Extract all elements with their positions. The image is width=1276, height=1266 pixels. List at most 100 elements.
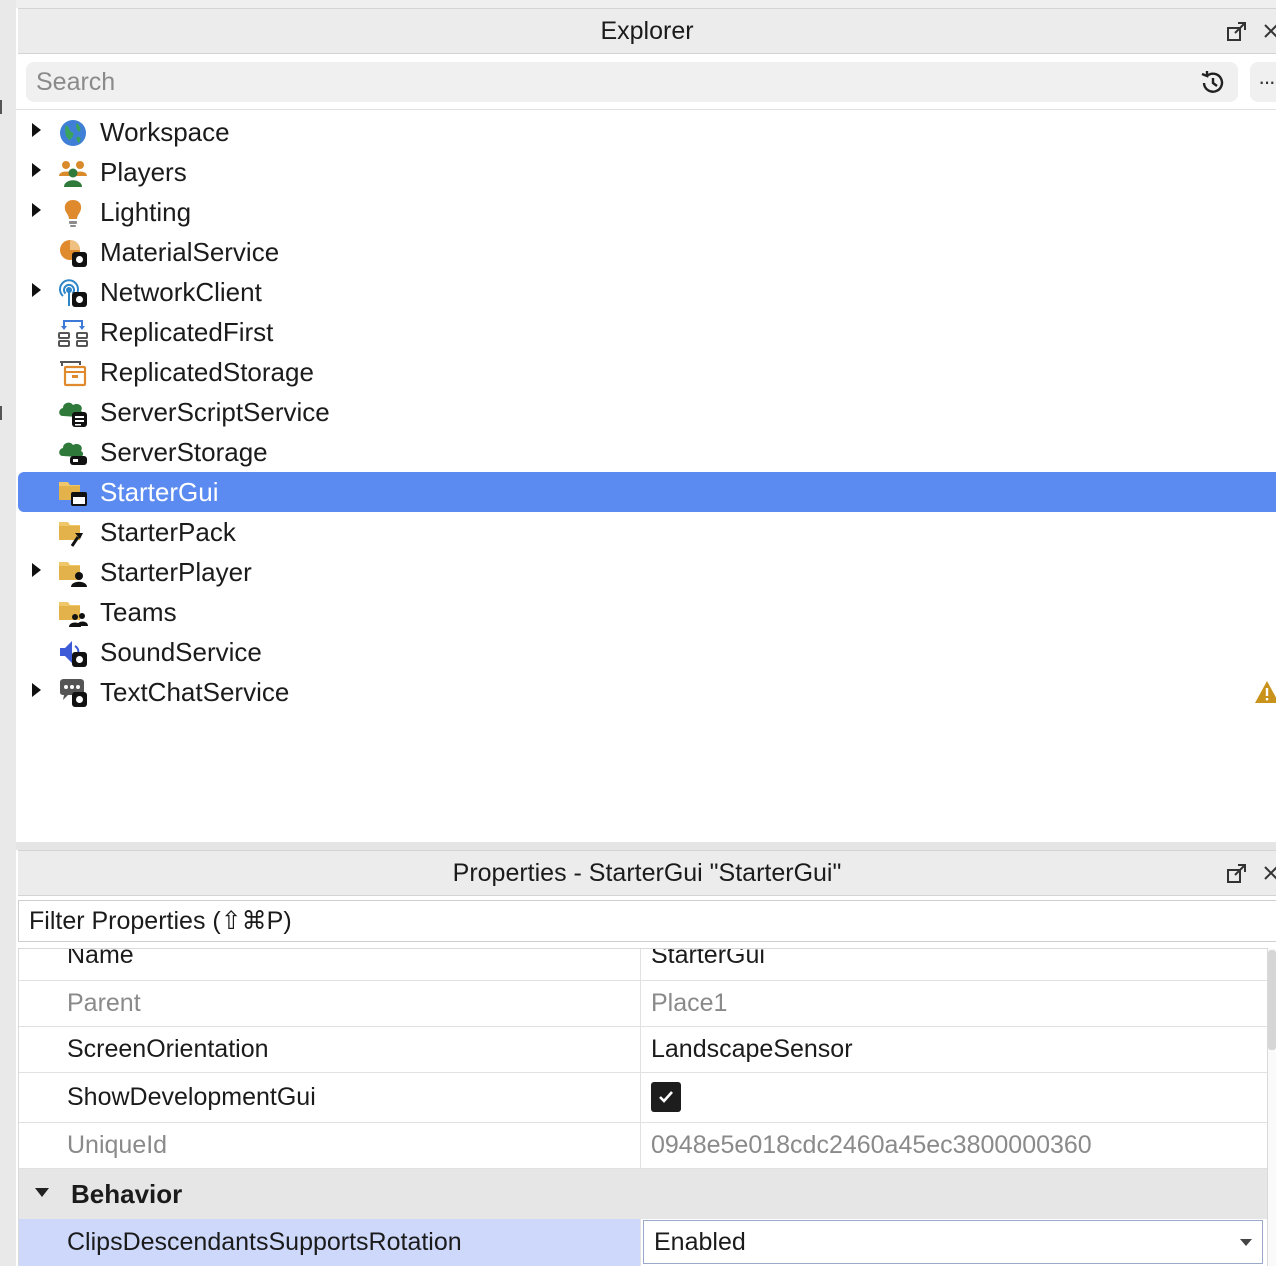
chevron-down-icon: [1240, 1239, 1252, 1246]
property-row[interactable]: ShowDevelopmentGui: [19, 1073, 1267, 1123]
property-name-cell: Name: [19, 949, 641, 980]
show-development-gui-checkbox[interactable]: [651, 1082, 681, 1112]
tree-item-textchatservice[interactable]: TextChatService: [18, 672, 1276, 712]
close-icon[interactable]: [1258, 9, 1276, 53]
property-name: ScreenOrientation: [67, 1035, 269, 1063]
more-options-button[interactable]: ···: [1250, 62, 1276, 102]
property-row-selected[interactable]: ClipsDescendantsSupportsRotation Enabled: [19, 1219, 1267, 1266]
properties-title: Properties - StarterGui "StarterGui": [452, 859, 842, 887]
tree-item-label: ServerScriptService: [100, 397, 330, 427]
sound-service-icon: [58, 638, 88, 668]
property-value-cell[interactable]: LandscapeSensor: [641, 1027, 1267, 1072]
server-script-service-icon: [58, 398, 88, 428]
tree-item-workspace[interactable]: Workspace: [18, 112, 1276, 152]
replicated-first-icon: [58, 318, 88, 348]
expand-arrow-icon[interactable]: [32, 163, 41, 177]
tree-item-starterplayer[interactable]: StarterPlayer: [18, 552, 1276, 592]
property-name: ShowDevelopmentGui: [67, 1083, 316, 1111]
property-value: 0948e5e018cdc2460a45ec3800000360: [651, 1131, 1092, 1159]
expand-arrow-icon[interactable]: [32, 123, 41, 137]
properties-grid: Name StarterGui Parent Place1 ScreenOrie…: [18, 948, 1268, 1266]
panel-divider[interactable]: [16, 842, 1276, 850]
checkmark-icon: [659, 1091, 673, 1103]
property-value-cell[interactable]: Place1: [641, 981, 1267, 1026]
warning-icon[interactable]: [1254, 680, 1276, 709]
property-value: StarterGui: [651, 948, 765, 969]
tree-item-label: ServerStorage: [100, 437, 268, 467]
search-input[interactable]: [26, 62, 1238, 102]
property-name-cell: UniqueId: [19, 1123, 641, 1168]
teams-icon: [58, 598, 88, 628]
left-gutter: [0, 0, 16, 1266]
property-name: ClipsDescendantsSupportsRotation: [67, 1228, 462, 1256]
tree-item-label: TextChatService: [100, 677, 290, 707]
undock-icon[interactable]: [1224, 9, 1250, 53]
tree-item-materialservice[interactable]: MaterialService: [18, 232, 1276, 272]
tree-item-label: ReplicatedFirst: [100, 317, 274, 347]
property-row[interactable]: Parent Place1: [19, 981, 1267, 1027]
material-service-icon: [58, 238, 88, 268]
tree-item-players[interactable]: Players: [18, 152, 1276, 192]
tree-item-label: Lighting: [100, 197, 192, 227]
property-value: Place1: [651, 989, 728, 1017]
properties-titlebar: Properties - StarterGui "StarterGui": [18, 850, 1276, 896]
tree-item-replicatedstorage[interactable]: ReplicatedStorage: [18, 352, 1276, 392]
more-icon: ···: [1258, 69, 1276, 94]
expand-arrow-icon[interactable]: [32, 283, 41, 297]
tree-item-starterpack[interactable]: StarterPack: [18, 512, 1276, 552]
tree-item-label: StarterGui: [100, 477, 219, 507]
section-behavior[interactable]: Behavior: [19, 1169, 1267, 1219]
property-row[interactable]: ScreenOrientation LandscapeSensor: [19, 1027, 1267, 1073]
tree-item-label: StarterPack: [100, 517, 236, 547]
lightbulb-icon: [58, 198, 88, 228]
players-icon: [58, 158, 88, 188]
section-label: Behavior: [71, 1179, 183, 1209]
globe-icon: [58, 118, 88, 148]
explorer-title: Explorer: [600, 17, 694, 45]
tree-item-label: Workspace: [100, 117, 230, 147]
panel-top-strip: [16, 0, 1276, 8]
tree-item-replicatedfirst[interactable]: ReplicatedFirst: [18, 312, 1276, 352]
tree-item-lighting[interactable]: Lighting: [18, 192, 1276, 232]
property-name-cell: ScreenOrientation: [19, 1027, 641, 1072]
tree-item-serverscriptservice[interactable]: ServerScriptService: [18, 392, 1276, 432]
close-icon[interactable]: [1258, 851, 1276, 895]
property-name: Parent: [67, 989, 141, 1017]
property-row[interactable]: UniqueId 0948e5e018cdc2460a45ec380000036…: [19, 1123, 1267, 1169]
expand-arrow-icon[interactable]: [32, 563, 41, 577]
search-row: ···: [16, 54, 1276, 110]
replicated-storage-icon: [58, 358, 88, 388]
property-value-cell[interactable]: 0948e5e018cdc2460a45ec3800000360: [641, 1123, 1267, 1168]
undock-icon[interactable]: [1224, 851, 1250, 895]
gutter-mark: [0, 100, 2, 114]
property-name-cell: ClipsDescendantsSupportsRotation: [19, 1219, 641, 1266]
tree-item-serverstorage[interactable]: ServerStorage: [18, 432, 1276, 472]
expand-arrow-icon[interactable]: [32, 203, 41, 217]
gutter-mark: [0, 406, 2, 420]
tree-item-label: StarterPlayer: [100, 557, 252, 587]
tree-item-soundservice[interactable]: SoundService: [18, 632, 1276, 672]
server-storage-icon: [58, 438, 88, 468]
property-value-cell[interactable]: StarterGui: [641, 948, 1267, 980]
property-row[interactable]: Name StarterGui: [19, 948, 1267, 981]
property-value: LandscapeSensor: [651, 1035, 853, 1063]
clips-descendants-dropdown[interactable]: Enabled: [643, 1220, 1263, 1264]
property-name-cell: Parent: [19, 981, 641, 1026]
text-chat-service-icon: [58, 678, 88, 708]
history-icon[interactable]: [1196, 66, 1230, 100]
tree-item-teams[interactable]: Teams: [18, 592, 1276, 632]
filter-properties-input[interactable]: [18, 900, 1276, 942]
tree-item-networkclient[interactable]: NetworkClient: [18, 272, 1276, 312]
property-name: UniqueId: [67, 1131, 168, 1159]
properties-panel: Properties - StarterGui "StarterGui" Nam…: [16, 850, 1276, 1266]
tree-item-label: SoundService: [100, 637, 262, 667]
tree-item-startergui[interactable]: StarterGui: [18, 472, 1276, 512]
properties-scrollbar[interactable]: [1268, 948, 1276, 1266]
scrollbar-thumb[interactable]: [1268, 950, 1276, 1050]
expand-arrow-icon[interactable]: [32, 683, 41, 697]
property-value-cell: Enabled: [641, 1219, 1267, 1266]
tree-item-label: Teams: [100, 597, 177, 627]
starter-player-icon: [58, 558, 88, 588]
collapse-arrow-icon[interactable]: [35, 1188, 49, 1197]
network-client-icon: [58, 278, 88, 308]
